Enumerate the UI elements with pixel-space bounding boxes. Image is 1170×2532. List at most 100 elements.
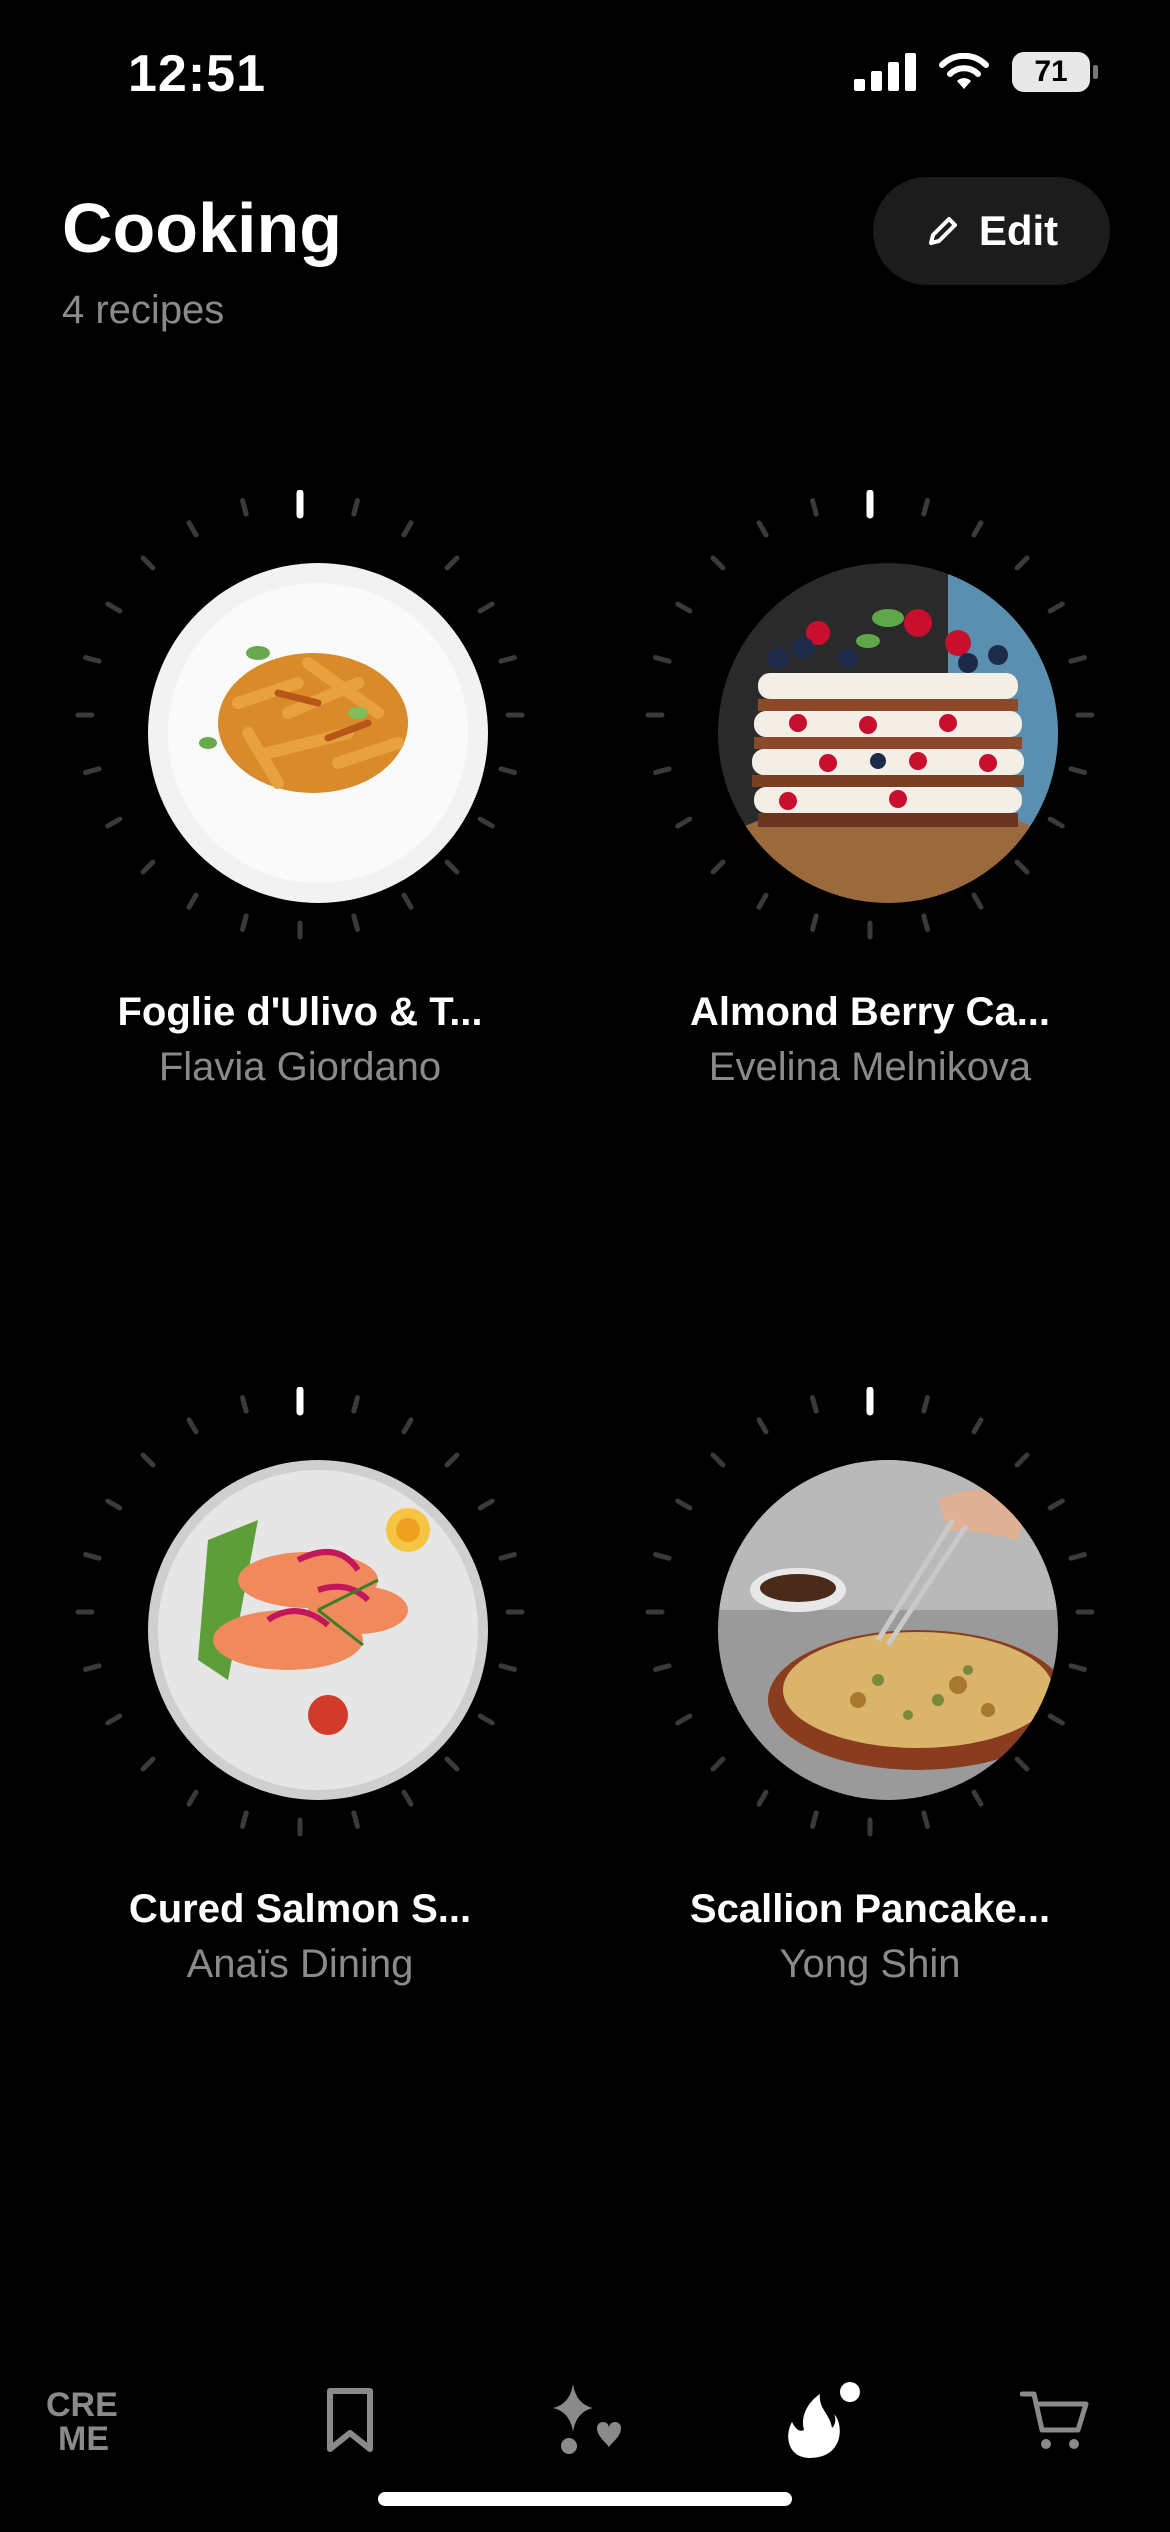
dial-tick	[140, 1452, 156, 1468]
recipe-title: Foglie d'Ulivo & T...	[117, 990, 483, 1034]
recipe-author: Flavia Giordano	[158, 1045, 442, 1089]
dial-tick	[186, 520, 199, 538]
dial-tick	[240, 913, 249, 932]
creme-logo-top: CRE	[46, 2386, 118, 2424]
dial-tick	[186, 1789, 199, 1807]
recipe-count: 4 recipes	[62, 288, 225, 332]
dial-tick	[810, 1395, 819, 1414]
dial-tick	[1014, 1452, 1030, 1468]
dial-tick	[240, 498, 249, 517]
dial-tick	[710, 555, 726, 571]
dial-tick	[444, 555, 460, 571]
edit-button-label: Edit	[978, 207, 1059, 254]
dial-tick	[351, 1395, 360, 1414]
dial-tick	[83, 655, 102, 664]
dial-tick	[83, 766, 102, 775]
dial-tick	[653, 655, 672, 664]
dial-tick	[653, 1552, 672, 1561]
dial-tick	[401, 1417, 414, 1435]
dial-tick	[756, 1789, 769, 1807]
dial-tick	[971, 1417, 984, 1435]
dial-tick	[1068, 655, 1087, 664]
dial-tick	[675, 1713, 693, 1726]
dial-tick	[756, 892, 769, 910]
edit-button[interactable]: Edit	[873, 177, 1110, 285]
dial-tick	[653, 766, 672, 775]
recipe-image-pasta	[148, 563, 488, 903]
tab-discover[interactable]	[535, 2370, 635, 2470]
recipe-card[interactable]: Cured Salmon S... Anaïs Dining	[20, 1387, 580, 1987]
dial-tick	[498, 655, 517, 664]
dial-tick	[477, 816, 495, 829]
home-indicator[interactable]	[378, 2492, 792, 2506]
dial-tick	[675, 1498, 693, 1511]
dial-tick	[1014, 859, 1030, 875]
tab-home[interactable]: CRE ME	[40, 2370, 140, 2470]
dial-tick	[477, 1713, 495, 1726]
status-bar: 12:51 71	[0, 0, 1170, 150]
dial-tick	[653, 1663, 672, 1672]
dial-tick	[83, 1663, 102, 1672]
tab-cart[interactable]	[1005, 2370, 1105, 2470]
dial-tick	[186, 892, 199, 910]
dial-tick	[921, 1810, 930, 1829]
creme-logo: CRE ME	[46, 2386, 118, 2458]
recipe-card[interactable]: Scallion Pancake... Yong Shin	[590, 1387, 1150, 1987]
dial-tick	[710, 1452, 726, 1468]
recipe-image-salmon	[148, 1460, 488, 1800]
dial-tick	[401, 520, 414, 538]
dial-tick	[1068, 1552, 1087, 1561]
dial-tick	[83, 1552, 102, 1561]
dial-tick	[351, 1810, 360, 1829]
dial-tick	[971, 1789, 984, 1807]
dial-tick	[1068, 1663, 1087, 1672]
recipe-title: Cured Salmon S...	[128, 1887, 472, 1931]
dial-tick	[675, 601, 693, 614]
dial-tick	[971, 892, 984, 910]
recipe-author: Yong Shin	[779, 1942, 961, 1986]
recipe-title: Scallion Pancake...	[689, 1887, 1051, 1931]
cellular-signal-icon	[854, 53, 916, 91]
flame-icon	[788, 2382, 860, 2458]
pencil-icon	[928, 217, 957, 245]
dial-tick	[140, 555, 156, 571]
status-icons: 71	[854, 52, 1098, 92]
dial-tick	[1014, 555, 1030, 571]
dial-tick	[1047, 601, 1065, 614]
dial-tick	[1047, 1498, 1065, 1511]
dial-tick	[444, 1756, 460, 1772]
dial-tick	[675, 816, 693, 829]
bookmark-icon	[327, 2388, 373, 2452]
dial-tick	[710, 1756, 726, 1772]
cart-icon	[1020, 2391, 1089, 2449]
recipe-card[interactable]: Foglie d'Ulivo & T... Flavia Giordano	[20, 490, 580, 1090]
recipe-image-scallion-pancake	[718, 1460, 1058, 1800]
recipe-image-berry-cake	[718, 563, 1058, 903]
recipe-card[interactable]: Almond Berry Ca... Evelina Melnikova	[590, 490, 1150, 1090]
dial-tick	[351, 498, 360, 517]
dial-tick	[140, 859, 156, 875]
dial-tick	[351, 913, 360, 932]
dial-tick	[710, 859, 726, 875]
dial-tick	[498, 1663, 517, 1672]
dial-tick	[756, 1417, 769, 1435]
dial-tick	[971, 520, 984, 538]
status-time: 12:51	[128, 45, 266, 103]
dial-tick	[477, 601, 495, 614]
dial-tick	[401, 1789, 414, 1807]
tab-bar: CRE ME	[0, 2350, 1170, 2470]
dial-tick	[240, 1810, 249, 1829]
dial-tick	[921, 498, 930, 517]
dial-tick	[810, 498, 819, 517]
dial-tick	[140, 1756, 156, 1772]
dial-tick	[105, 1713, 123, 1726]
dial-tick	[1014, 1756, 1030, 1772]
dial-tick	[105, 1498, 123, 1511]
tab-cooking[interactable]	[770, 2370, 870, 2470]
tab-saved[interactable]	[300, 2370, 400, 2470]
sparkle-heart-icon	[553, 2384, 621, 2454]
dial-tick	[477, 1498, 495, 1511]
recipe-author: Evelina Melnikova	[708, 1045, 1032, 1089]
dial-tick	[186, 1417, 199, 1435]
dial-tick	[105, 601, 123, 614]
